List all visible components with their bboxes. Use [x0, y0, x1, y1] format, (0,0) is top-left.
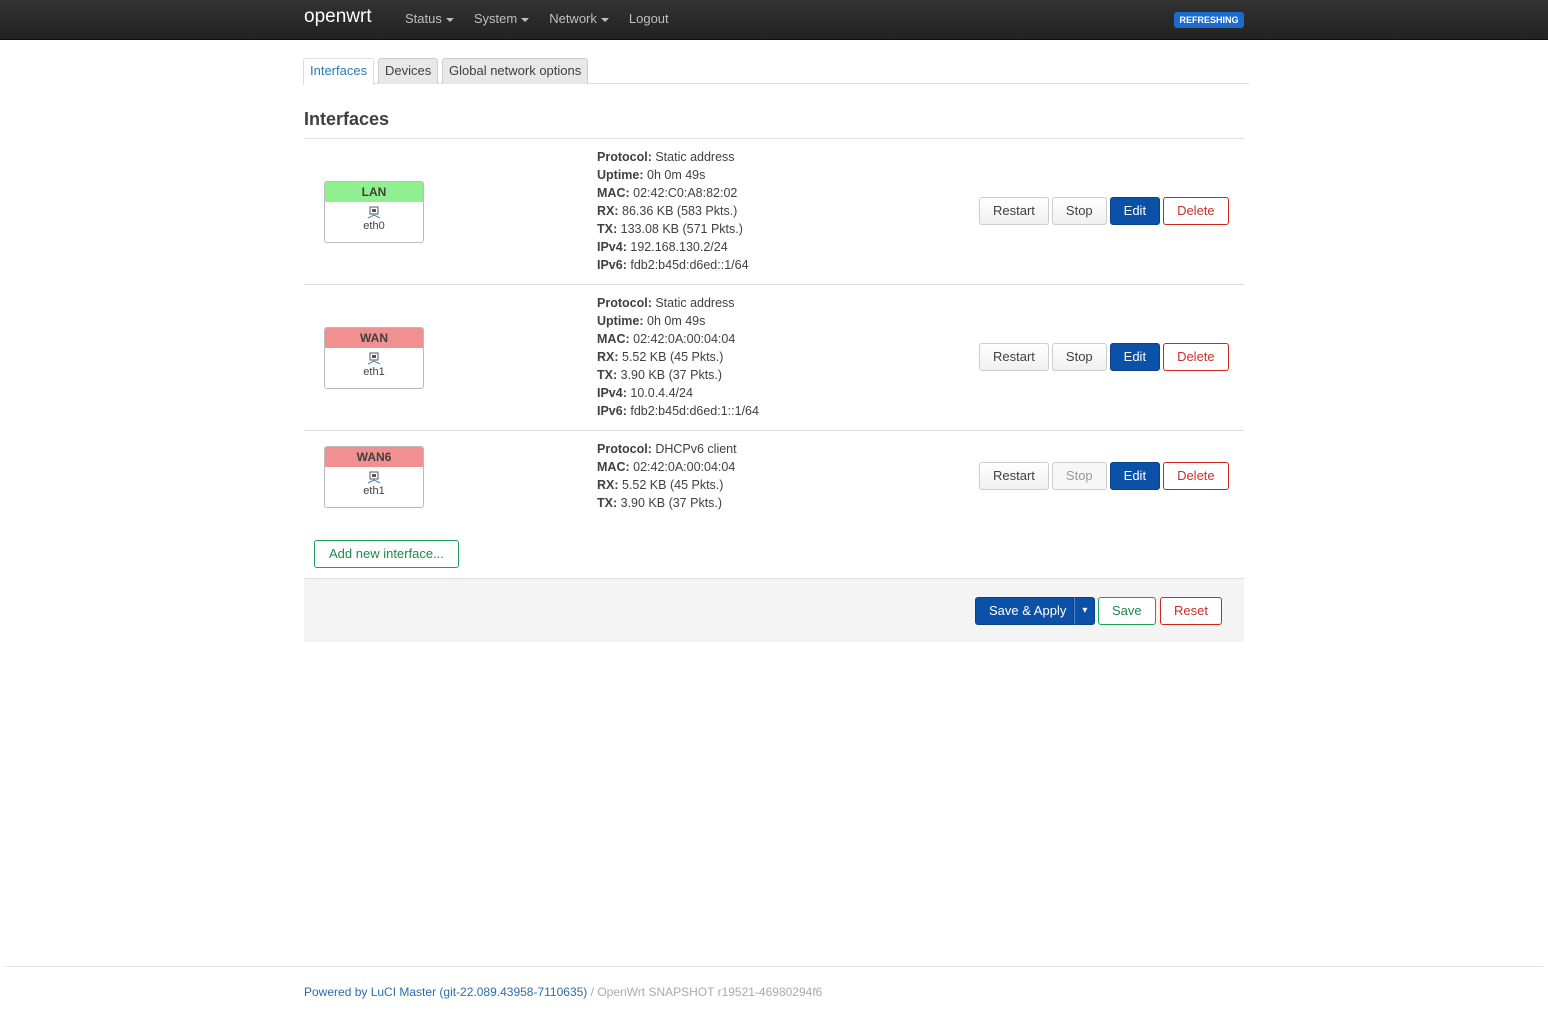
page-title: Interfaces	[304, 109, 390, 129]
top-navbar: openwrt Status System Network Logout REF…	[0, 0, 1548, 40]
interface-actions: Restart Stop Edit Delete	[979, 462, 1232, 490]
interface-name: WAN6	[325, 447, 423, 467]
interface-info: Protocol: Static address Uptime: 0h 0m 4…	[597, 148, 749, 274]
menu-network-label: Network	[549, 11, 597, 26]
interface-actions: Restart Stop Edit Delete	[979, 197, 1232, 225]
restart-button[interactable]: Restart	[979, 462, 1049, 490]
menu-logout[interactable]: Logout	[629, 0, 669, 40]
info-line: TX: 133.08 KB (571 Pkts.)	[597, 222, 743, 236]
menu-network[interactable]: Network	[549, 0, 609, 40]
menu-system[interactable]: System	[473, 0, 530, 40]
info-line: RX: 5.52 KB (45 Pkts.)	[597, 478, 724, 492]
save-apply-group: Save & Apply ▾	[975, 597, 1096, 625]
ethernet-port-icon	[367, 206, 381, 219]
interface-row-lan: LAN eth0 Protocol: Static address Uptime…	[304, 139, 1244, 285]
build-version: OpenWrt SNAPSHOT r19521-46980294f6	[597, 985, 823, 999]
device-name: eth1	[363, 366, 385, 378]
delete-button[interactable]: Delete	[1163, 197, 1229, 225]
interface-actions: Restart Stop Edit Delete	[979, 343, 1232, 371]
edit-button[interactable]: Edit	[1109, 197, 1161, 225]
tab-interfaces[interactable]: Interfaces	[303, 58, 375, 85]
interface-device: eth0	[325, 202, 423, 242]
luci-link[interactable]: Powered by LuCI Master (git-22.089.43958…	[304, 985, 587, 999]
save-button[interactable]: Save	[1098, 597, 1156, 625]
footer-separator: /	[587, 985, 598, 999]
chevron-down-icon	[600, 17, 609, 22]
ethernet-port-icon	[367, 352, 381, 365]
info-line: Protocol: DHCPv6 client	[597, 442, 737, 456]
info-line: Protocol: Static address	[597, 150, 735, 164]
footer-divider	[5, 966, 1543, 967]
info-line: IPv4: 10.0.4.4/24	[597, 386, 693, 400]
interface-row-wan: WAN eth1 Protocol: Static address Uptime…	[304, 285, 1244, 431]
interface-info: Protocol: DHCPv6 client MAC: 02:42:0A:00…	[597, 440, 737, 512]
stop-button[interactable]: Stop	[1051, 197, 1107, 225]
menu-system-label: System	[473, 11, 518, 26]
info-line: RX: 5.52 KB (45 Pkts.)	[597, 350, 724, 364]
action-bar: Save & Apply ▾ Save Reset	[304, 578, 1244, 642]
save-apply-button[interactable]: Save & Apply	[975, 597, 1075, 625]
stop-button[interactable]: Stop	[1051, 462, 1107, 490]
info-line: Uptime: 0h 0m 49s	[597, 168, 706, 182]
info-line: IPv4: 192.168.130.2/24	[597, 240, 728, 254]
interface-name: WAN	[325, 328, 423, 348]
main-menu: Status System Network Logout	[405, 0, 689, 40]
info-line: MAC: 02:42:C0:A8:82:02	[597, 186, 738, 200]
interface-info: Protocol: Static address Uptime: 0h 0m 4…	[597, 294, 759, 420]
restart-button[interactable]: Restart	[979, 197, 1049, 225]
interface-badge-lan: LAN eth0	[324, 181, 424, 243]
chevron-down-icon	[445, 17, 454, 22]
info-line: MAC: 02:42:0A:00:04:04	[597, 332, 736, 346]
info-line: TX: 3.90 KB (37 Pkts.)	[597, 368, 723, 382]
info-line: MAC: 02:42:0A:00:04:04	[597, 460, 736, 474]
interface-row-wan6: WAN6 eth1 Protocol: DHCPv6 client MAC: 0…	[304, 431, 1244, 522]
tab-devices[interactable]: Devices	[378, 58, 439, 84]
stop-button[interactable]: Stop	[1051, 343, 1107, 371]
interface-name: LAN	[325, 182, 423, 202]
interface-device: eth1	[325, 348, 423, 388]
menu-logout-label: Logout	[628, 11, 669, 26]
info-line: IPv6: fdb2:b45d:d6ed:1::1/64	[597, 404, 759, 418]
edit-button[interactable]: Edit	[1109, 462, 1161, 490]
info-line: TX: 3.90 KB (37 Pkts.)	[597, 496, 723, 510]
delete-button[interactable]: Delete	[1163, 343, 1229, 371]
tab-bar: Interfaces Devices Global network option…	[303, 58, 1249, 85]
brand-logo[interactable]: openwrt	[304, 6, 372, 28]
chevron-down-icon	[521, 17, 530, 22]
ethernet-port-icon	[367, 471, 381, 484]
add-interface-button[interactable]: Add new interface...	[314, 540, 459, 568]
restart-button[interactable]: Restart	[979, 343, 1049, 371]
interface-badge-wan: WAN eth1	[324, 327, 424, 389]
edit-button[interactable]: Edit	[1109, 343, 1161, 371]
menu-status-label: Status	[405, 11, 442, 26]
save-apply-dropdown-button[interactable]: ▾	[1074, 597, 1096, 625]
footer: Powered by LuCI Master (git-22.089.43958…	[304, 985, 822, 999]
info-line: Uptime: 0h 0m 49s	[597, 314, 706, 328]
info-line: IPv6: fdb2:b45d:d6ed::1/64	[597, 258, 749, 272]
menu-status[interactable]: Status	[405, 0, 454, 40]
interface-badge-wan6: WAN6 eth1	[324, 446, 424, 508]
device-name: eth0	[363, 220, 385, 232]
refreshing-badge[interactable]: REFRESHING	[1174, 12, 1244, 28]
device-name: eth1	[363, 485, 385, 497]
interface-device: eth1	[325, 467, 423, 507]
delete-button[interactable]: Delete	[1163, 462, 1229, 490]
info-line: Protocol: Static address	[597, 296, 735, 310]
tab-global-network-options[interactable]: Global network options	[442, 58, 589, 84]
reset-button[interactable]: Reset	[1160, 597, 1222, 625]
info-line: RX: 86.36 KB (583 Pkts.)	[597, 204, 738, 218]
